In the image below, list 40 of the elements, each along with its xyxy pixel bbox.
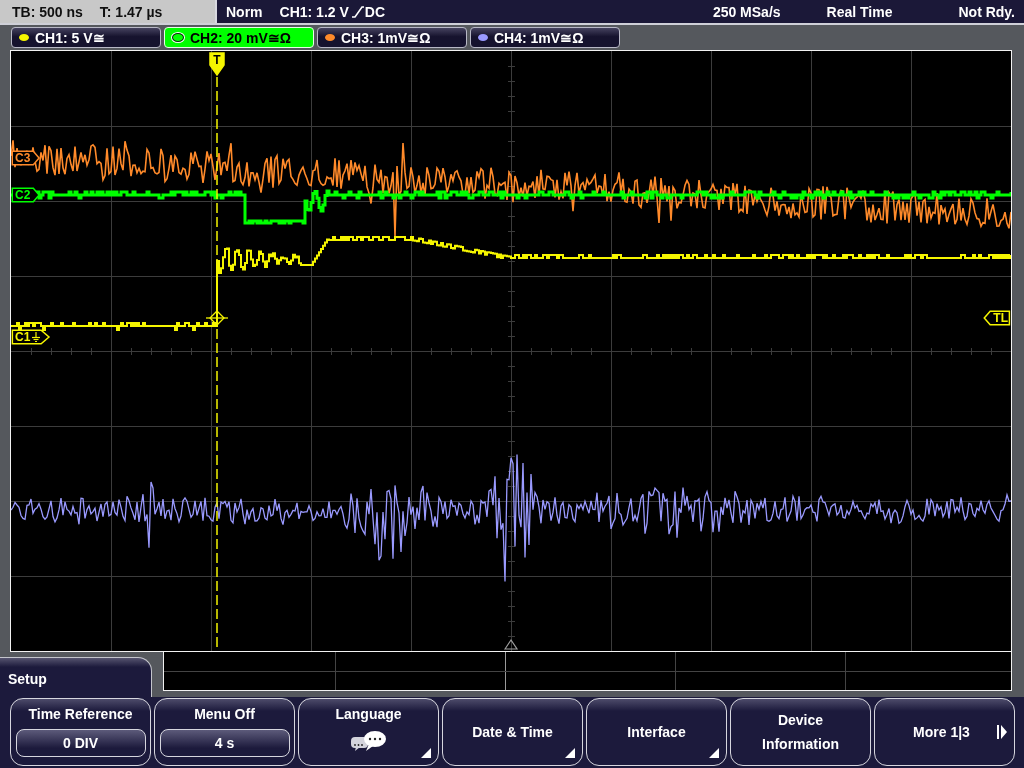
- diamond-marker-icon: [205, 310, 229, 326]
- acquisition-mode-label: Real Time: [826, 3, 893, 20]
- marker-label: C1: [15, 330, 31, 344]
- marker-label: C2: [15, 188, 31, 202]
- value-display: 4 s: [159, 729, 290, 757]
- softkey-button[interactable]: Device Information: [730, 698, 871, 766]
- softkey-button[interactable]: Menu Off 4 s: [154, 698, 295, 766]
- softkey-button[interactable]: Interface: [586, 698, 727, 766]
- timebase-label: TB: 500 ns: [12, 3, 83, 20]
- channel-dot-icon: [19, 34, 29, 41]
- channel-dot-icon: [325, 34, 335, 41]
- channel-tab[interactable]: CH2: 20 mV≅Ω: [164, 27, 314, 48]
- rising-edge-icon: [351, 5, 364, 18]
- trigger-time-label: T: 1.47 µs: [99, 3, 163, 20]
- channel-tab[interactable]: CH4: 1mV≅Ω: [470, 27, 620, 48]
- softkey-button[interactable]: Date & Time: [442, 698, 583, 766]
- status-label: Not Rdy.: [958, 3, 1015, 20]
- marker-label: TL: [993, 311, 1008, 325]
- channel-label: CH3: 1mV≅Ω: [341, 29, 431, 46]
- channel-dot-icon: [172, 33, 184, 42]
- triangle-marker-icon: [503, 638, 519, 650]
- trigger-mode-label: Norm: [226, 3, 263, 20]
- softkey-button[interactable]: More 1|3: [874, 698, 1015, 766]
- value-display: 0 DIV: [15, 729, 146, 757]
- trigger-source-label: CH1: 1.2 V: [279, 3, 349, 20]
- marker-label: T: [213, 53, 221, 67]
- channel-dot-icon: [478, 34, 488, 41]
- speech-bubbles-icon: [350, 730, 387, 752]
- sample-rate-label: 250 MSa/s: [712, 3, 781, 20]
- channel-label: CH2: 20 mV≅Ω: [190, 29, 292, 46]
- coupling-label: DC: [364, 3, 386, 20]
- softkey-button[interactable]: Language: [298, 698, 439, 766]
- next-arrow-icon: [997, 725, 1007, 739]
- channel-tab[interactable]: CH1: 5 V≅: [11, 27, 161, 48]
- menu-title: Setup: [0, 657, 152, 697]
- channel-label: CH4: 1mV≅Ω: [494, 29, 584, 46]
- marker-label: C3: [15, 151, 31, 165]
- channel-label: CH1: 5 V≅: [35, 29, 105, 46]
- channel-tab[interactable]: CH3: 1mV≅Ω: [317, 27, 467, 48]
- softkey-button[interactable]: Time Reference 0 DIV: [10, 698, 151, 766]
